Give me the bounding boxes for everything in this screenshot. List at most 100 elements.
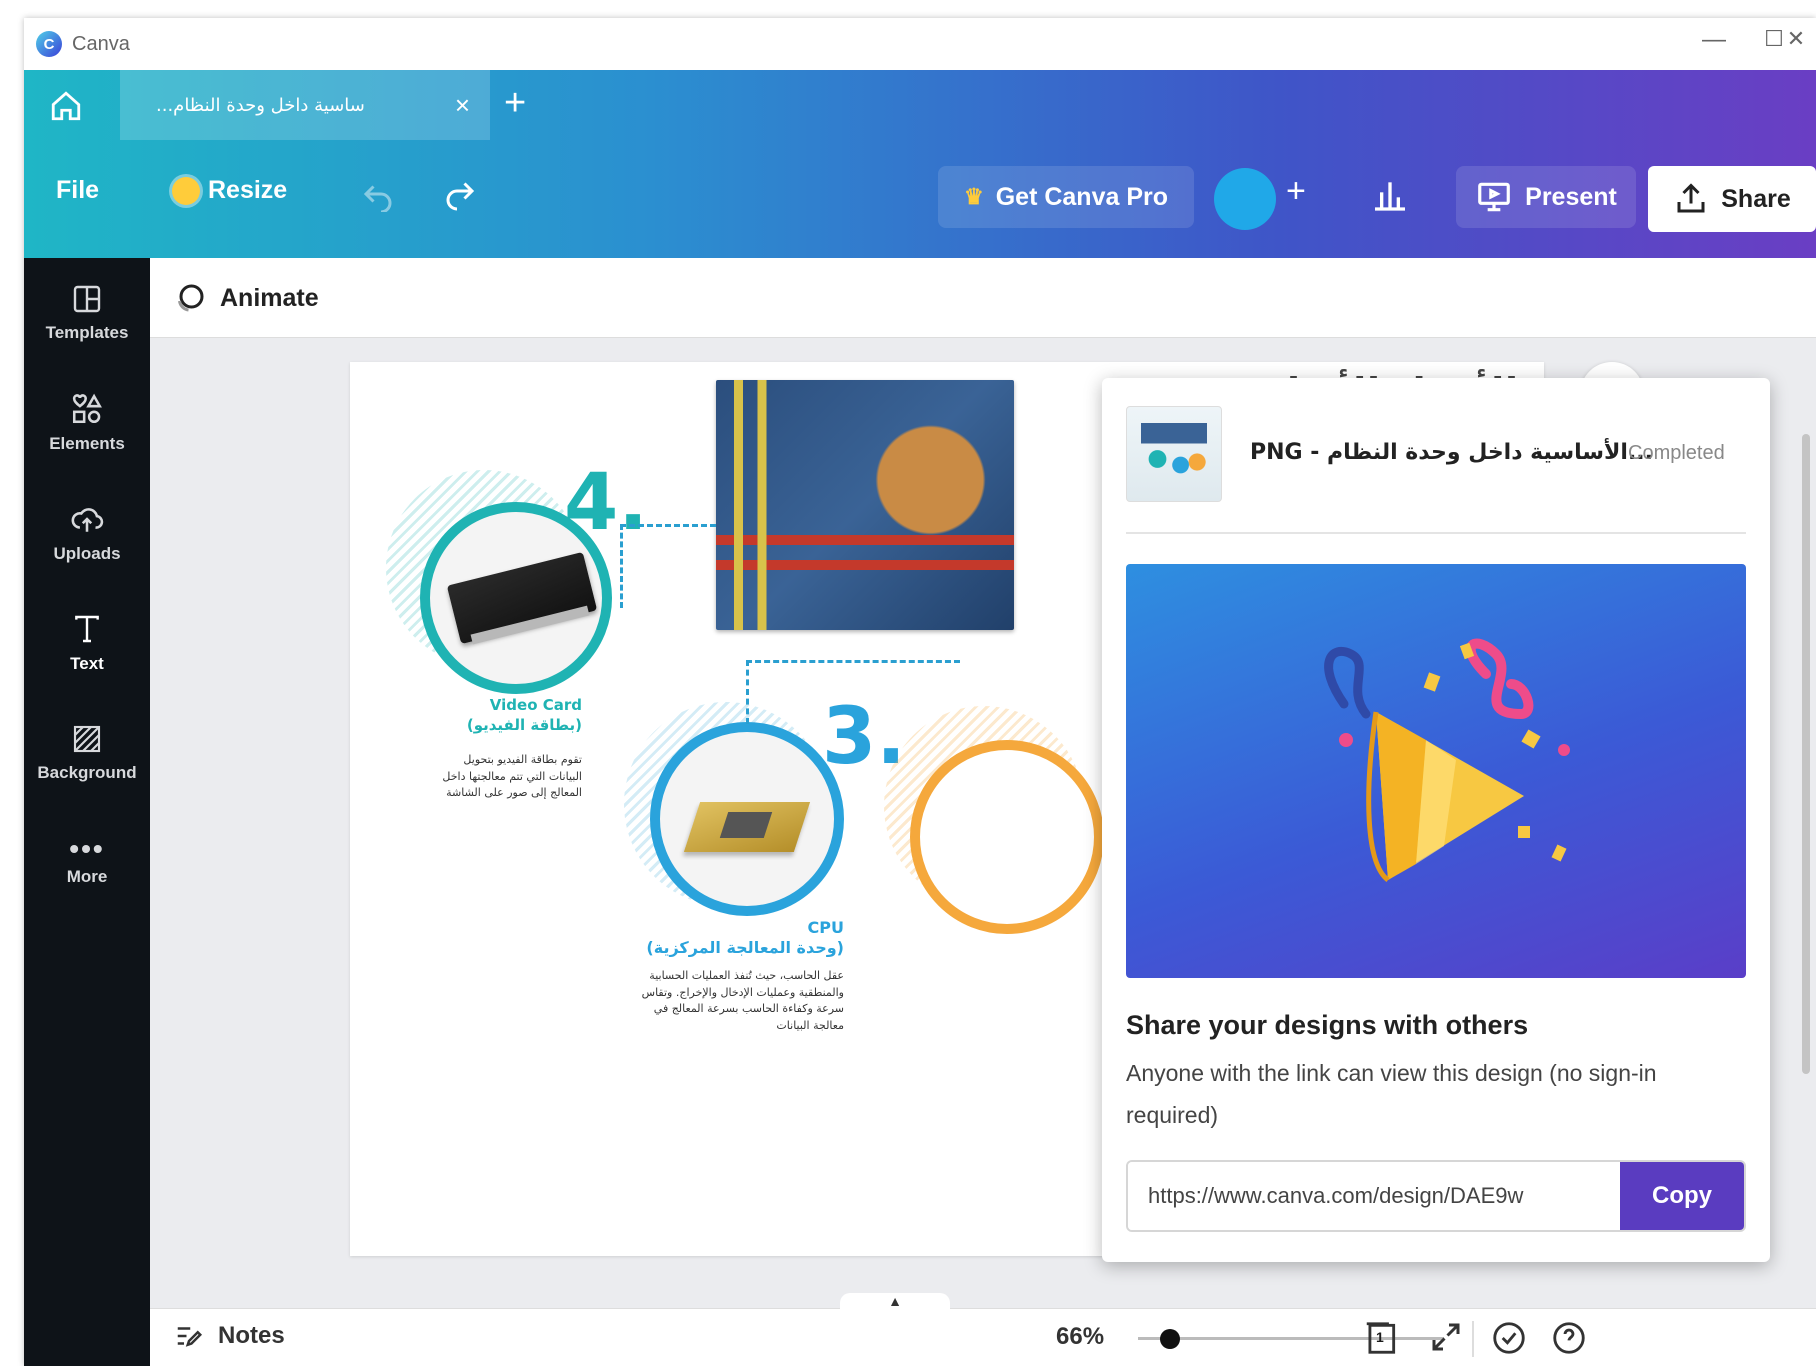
zoom-level[interactable]: 66% — [1056, 1323, 1104, 1351]
cpu-circle — [650, 722, 844, 916]
cpu-ar: (وحدة المعالجة المركزية) — [646, 938, 844, 957]
tab-bar: ...ساسية داخل وحدة النظام × + — [24, 70, 1816, 140]
undo-icon — [363, 185, 392, 212]
download-thumbnail — [1126, 406, 1222, 502]
close-window-button[interactable]: ✕ — [1776, 26, 1816, 52]
left-sidebar: Templates Elements Uploads Text Backgrou… — [24, 258, 150, 1366]
top-band: ...ساسية داخل وحدة النظام × + File Resiz… — [24, 70, 1816, 258]
cpu-die — [719, 812, 773, 838]
download-status: Completed — [1628, 442, 1725, 464]
minimize-button[interactable]: — — [1694, 26, 1734, 54]
share-button[interactable]: Share — [1648, 166, 1816, 232]
app-title: Canva — [72, 32, 130, 55]
sidebar-item-label: Text — [70, 654, 104, 673]
scrollbar-thumb[interactable] — [1802, 434, 1810, 1074]
undo-button[interactable] — [360, 176, 396, 212]
avatar[interactable] — [1214, 168, 1276, 230]
home-icon — [51, 91, 81, 121]
file-menu-button[interactable]: File — [56, 176, 99, 205]
notes-button[interactable]: Notes — [172, 1321, 285, 1351]
video-card-ar: (بطاقة الفيديو) — [466, 716, 582, 734]
collapse-pages-button[interactable]: ▲ — [840, 1293, 950, 1313]
crown-icon: ♛ — [963, 184, 984, 209]
share-title: Share your designs with others — [1126, 1010, 1529, 1040]
sidebar-item-text[interactable]: Text — [24, 588, 150, 698]
home-button[interactable] — [44, 84, 88, 128]
zoom-slider-knob[interactable] — [1160, 1329, 1180, 1349]
share-label: Share — [1721, 184, 1791, 213]
background-icon — [73, 725, 101, 753]
present-button[interactable]: Present — [1456, 166, 1636, 228]
present-label: Present — [1525, 182, 1617, 211]
help-button[interactable] — [1550, 1319, 1588, 1362]
celebration-illustration — [1126, 564, 1746, 978]
motherboard-image — [716, 380, 1014, 630]
more-icon: ••• — [69, 833, 105, 864]
text-icon — [75, 615, 99, 643]
share-link-row: Copy — [1126, 1160, 1746, 1232]
notes-icon — [177, 1327, 203, 1347]
sidebar-item-label: Background — [37, 763, 137, 782]
redo-icon — [446, 182, 475, 211]
bottom-bar: Notes ▲ 66% 1 — [150, 1293, 1816, 1366]
help-icon — [1553, 1322, 1585, 1354]
get-canva-pro-button[interactable]: ♛ Get Canva Pro — [938, 166, 1194, 228]
fullscreen-button[interactable] — [1428, 1319, 1464, 1360]
title-bar: C Canva — ☐ ✕ — [24, 18, 1816, 70]
sidebar-item-label: Elements — [49, 434, 125, 453]
video-card-en: Video Card — [489, 696, 582, 714]
resize-button[interactable]: Resize — [172, 176, 287, 205]
party-popper-icon — [1324, 638, 1570, 883]
animate-button[interactable]: Animate — [172, 280, 319, 316]
redo-button[interactable] — [442, 176, 478, 212]
page-count-button[interactable]: 1 — [1362, 1319, 1400, 1362]
cpu-en: CPU — [807, 918, 844, 937]
uploads-icon — [71, 508, 104, 532]
new-tab-button[interactable]: + — [504, 82, 526, 125]
bar-chart-icon — [1375, 182, 1405, 211]
design-tab[interactable]: ...ساسية داخل وحدة النظام × — [120, 70, 490, 140]
share-popup: PNG - الأساسية داخل وحدة النظام... Compl… — [1102, 378, 1770, 1262]
editor-area: Animate الأجزاء الأساسية 4. Video Card (… — [150, 258, 1816, 1366]
animate-icon — [178, 284, 204, 312]
share-link-field[interactable] — [1128, 1162, 1624, 1230]
bottom-divider — [1472, 1321, 1474, 1357]
check-button[interactable] — [1490, 1319, 1528, 1362]
sidebar-item-label: More — [66, 867, 108, 886]
download-file-name: PNG - الأساسية داخل وحدة النظام... — [1250, 440, 1654, 465]
popup-divider — [1126, 532, 1746, 534]
resize-crown-icon — [172, 176, 200, 205]
get-pro-label: Get Canva Pro — [995, 182, 1168, 211]
sidebar-item-more[interactable]: ••• More — [24, 808, 150, 918]
connector-3 — [746, 660, 960, 724]
copy-link-button[interactable]: Copy — [1620, 1162, 1744, 1230]
canva-logo-icon: C — [36, 31, 62, 57]
sidebar-item-uploads[interactable]: Uploads — [24, 478, 150, 588]
cpu-body: عقل الحاسب، حيث تُنفذ العمليات الحسابية … — [641, 969, 844, 1032]
page-count: 1 — [1376, 1329, 1384, 1345]
connector-4 — [620, 524, 716, 608]
context-toolbar: Animate — [150, 258, 1816, 338]
editor-toolbar: File Resize ♛ Get Canva Pro + Present Sh… — [24, 140, 1816, 258]
sidebar-item-elements[interactable]: Elements — [24, 368, 150, 478]
notes-label: Notes — [218, 1322, 285, 1349]
sidebar-item-templates[interactable]: Templates — [24, 258, 150, 368]
sidebar-item-label: Uploads — [53, 544, 121, 563]
sidebar-item-background[interactable]: Background — [24, 698, 150, 808]
canva-window: C Canva — ☐ ✕ ...ساسية داخل وحدة النظام … — [24, 18, 1816, 1366]
present-icon — [1478, 182, 1510, 212]
vertical-scrollbar[interactable] — [1802, 354, 1810, 1304]
insights-button[interactable] — [1370, 174, 1410, 214]
tab-label: ...ساسية داخل وحدة النظام — [156, 94, 365, 116]
tab-close-button[interactable]: × — [455, 90, 470, 121]
ram-circle — [910, 740, 1104, 934]
resize-label: Resize — [208, 176, 288, 204]
animate-label: Animate — [220, 283, 319, 312]
sidebar-item-label: Templates — [45, 323, 129, 342]
add-collaborator-button[interactable]: + — [1286, 172, 1306, 211]
share-description: Anyone with the link can view this desig… — [1126, 1060, 1657, 1128]
upload-share-icon — [1677, 183, 1705, 213]
thumb-art — [1141, 423, 1207, 483]
expand-icon — [1432, 1323, 1460, 1351]
templates-icon — [73, 285, 101, 313]
